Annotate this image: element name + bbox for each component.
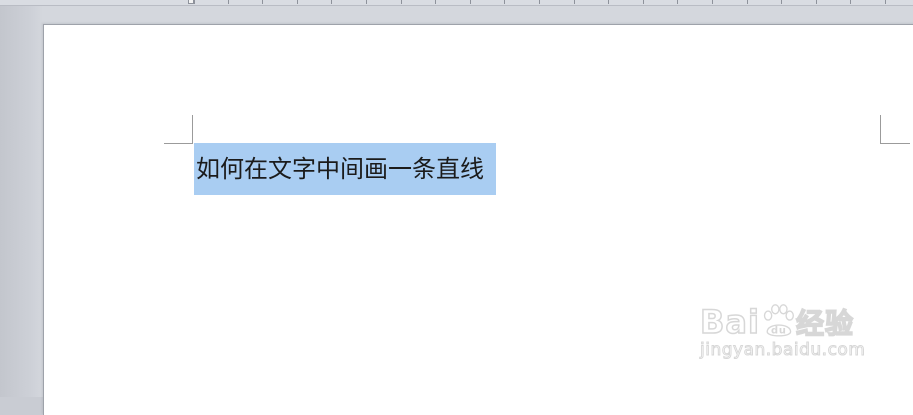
ruler-tick xyxy=(608,0,609,4)
paw-icon-label: du xyxy=(771,326,787,337)
document-workspace: 如何在文字中间画一条直线 Bai du 经验 jingyan.baidu.com xyxy=(0,0,913,415)
ruler-tick xyxy=(747,0,748,4)
ruler-tick xyxy=(401,0,402,4)
document-text-line[interactable]: 如何在文字中间画一条直线 xyxy=(194,143,496,195)
crop-mark-top-right-horizontal xyxy=(880,143,910,144)
ruler-tick xyxy=(677,0,678,4)
ruler-tick xyxy=(850,0,851,4)
ruler-tick xyxy=(643,0,644,4)
ruler-tick xyxy=(228,0,229,4)
ruler-tick xyxy=(712,0,713,4)
ruler-tick xyxy=(435,0,436,4)
ruler-tick xyxy=(539,0,540,4)
ruler-tick xyxy=(331,0,332,4)
baidu-jingyan-watermark: Bai du 经验 jingyan.baidu.com xyxy=(699,302,870,382)
watermark-url: jingyan.baidu.com xyxy=(700,340,866,361)
watermark-logo-prefix: Bai xyxy=(699,302,760,342)
ruler-tick xyxy=(574,0,575,4)
watermark-logo-suffix: 经验 xyxy=(795,306,854,341)
ruler-tick xyxy=(885,0,886,4)
ruler-tick xyxy=(816,0,817,4)
crop-mark-top-left-vertical xyxy=(192,115,193,144)
ruler-tick xyxy=(366,0,367,4)
crop-mark-top-right-vertical xyxy=(880,115,881,144)
watermark-logo: Bai du 经验 xyxy=(699,302,870,342)
paw-icon: du xyxy=(763,304,794,337)
ruler-tick xyxy=(193,0,194,4)
ruler-tick xyxy=(297,0,298,4)
horizontal-ruler[interactable] xyxy=(0,0,913,6)
selected-text[interactable]: 如何在文字中间画一条直线 xyxy=(194,143,496,195)
ruler-tick xyxy=(470,0,471,4)
crop-mark-top-left-horizontal xyxy=(164,143,193,144)
ruler-tick xyxy=(781,0,782,4)
ruler-tick xyxy=(504,0,505,4)
ruler-tick xyxy=(262,0,263,4)
